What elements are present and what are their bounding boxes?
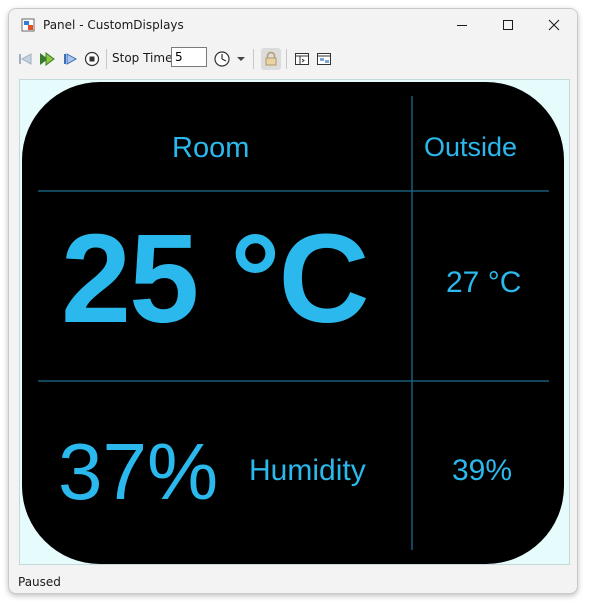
toolbar-separator	[106, 49, 107, 69]
app-window: Panel - CustomDisplays Stop Time 5 Room …	[8, 8, 578, 594]
stop-button[interactable]	[82, 49, 102, 69]
window-title: Panel - CustomDisplays	[43, 18, 184, 32]
status-bar: Paused	[9, 573, 577, 593]
lock-button[interactable]	[261, 48, 281, 70]
outside-temperature: 27 °C	[446, 266, 522, 299]
toolbar-separator	[286, 49, 287, 69]
humidity-label: Humidity	[249, 454, 366, 487]
room-humidity: 37%	[58, 427, 219, 516]
panel-layout-icon	[317, 53, 331, 65]
stop-time-label: Stop Time	[112, 51, 173, 65]
step-forward-button[interactable]	[60, 49, 80, 69]
panel-area: Room Outside 25 °C 27 °C 37% Humidity 39…	[19, 79, 570, 565]
outside-humidity: 39%	[452, 454, 513, 487]
step-forward-icon	[64, 53, 78, 65]
pacing-dropdown-button[interactable]	[213, 49, 247, 69]
status-text: Paused	[18, 575, 61, 589]
panel-layout-button[interactable]	[314, 49, 334, 69]
lock-icon	[265, 51, 277, 66]
maximize-icon	[503, 20, 513, 30]
panel-view-icon	[295, 53, 309, 65]
stop-icon	[84, 51, 100, 67]
step-back-icon	[19, 53, 32, 65]
minimize-button[interactable]	[439, 9, 485, 41]
outside-header: Outside	[424, 132, 518, 162]
toolbar-separator	[253, 49, 254, 69]
run-button[interactable]	[37, 49, 57, 69]
stop-time-input[interactable]: 5	[171, 47, 207, 67]
panel-view-button[interactable]	[292, 49, 312, 69]
title-bar: Panel - CustomDisplays	[9, 9, 577, 41]
app-icon	[21, 18, 35, 32]
maximize-button[interactable]	[485, 9, 531, 41]
step-back-button[interactable]	[15, 49, 35, 69]
room-header: Room	[172, 132, 250, 164]
toolbar: Stop Time 5	[9, 41, 577, 75]
run-icon	[40, 52, 55, 66]
close-button[interactable]	[531, 9, 577, 41]
pacing-clock-icon	[214, 51, 245, 67]
minimize-icon	[457, 25, 467, 26]
close-icon	[548, 19, 560, 31]
room-temperature: 25 °C	[61, 208, 370, 349]
